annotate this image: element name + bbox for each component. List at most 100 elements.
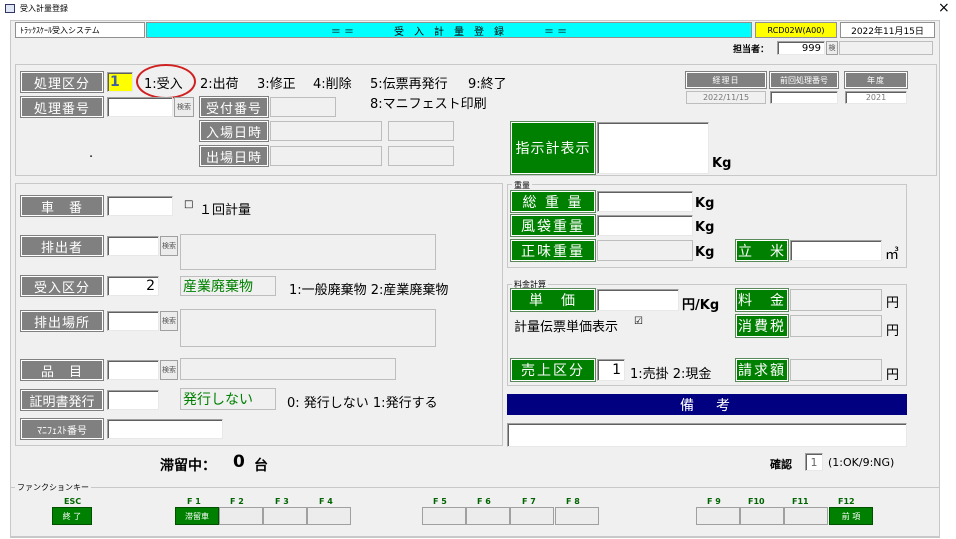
volume-input[interactable] — [790, 240, 882, 261]
net-weight-field — [597, 240, 693, 261]
operator-search-button[interactable]: 検 — [826, 41, 838, 55]
fkey-f7-button[interactable] — [510, 507, 554, 525]
volume-label: 立 米 — [735, 239, 789, 262]
fkey-f4-button[interactable] — [307, 507, 351, 525]
certificate-label: 証明書発行 — [20, 389, 104, 411]
discharger-search-button[interactable]: 検索 — [160, 236, 178, 256]
accept-kubun-input[interactable]: 2 — [107, 276, 159, 296]
keiri-date-label: 経理日 — [685, 71, 767, 89]
process-option-delete: 4:削除 — [313, 77, 352, 92]
accept-kubun-name: 産業廃棄物 — [180, 276, 276, 296]
process-option-ship: 2:出荷 — [200, 77, 239, 92]
discharger-input[interactable] — [107, 236, 159, 256]
charge-yen: 円 — [886, 296, 900, 311]
bill-label: 請求額 — [735, 358, 789, 382]
fkey-f5-name: F 5 — [433, 497, 447, 506]
keiri-date-field: 2022/11/15 — [686, 91, 766, 104]
sales-kubun-label: 売上区分 — [510, 358, 596, 382]
fkey-f8-button[interactable] — [555, 507, 599, 525]
bag-weight-input[interactable] — [597, 215, 693, 236]
operator-input[interactable]: 999 — [777, 41, 825, 55]
year-label: 年度 — [844, 71, 908, 89]
process-option-reprint: 5:伝票再発行 — [370, 77, 448, 92]
process-number-label: 処理番号 — [20, 96, 104, 118]
charge-field — [790, 289, 882, 311]
fkey-f1-button[interactable]: 滞留車 — [175, 507, 219, 525]
process-kubun-input[interactable]: 1 — [107, 72, 133, 92]
fkey-f10-button[interactable] — [740, 507, 784, 525]
discharge-place-search-button[interactable]: 検索 — [160, 311, 178, 331]
bill-yen: 円 — [886, 368, 900, 383]
discharger-label: 排出者 — [20, 235, 104, 257]
total-weight-label: 総 重 量 — [510, 190, 596, 213]
certificate-input[interactable] — [107, 390, 159, 410]
remarks-input[interactable] — [507, 423, 907, 447]
date-box: 2022年11月15日 — [840, 22, 935, 38]
weight-group-title: 重量 — [512, 180, 532, 191]
fkey-f8-name: F 8 — [566, 497, 580, 506]
accept-kubun-options: 1:一般廃棄物 2:産業廃棄物 — [289, 283, 449, 298]
annotation-circle — [136, 64, 196, 99]
fkey-f9-name: F 9 — [707, 497, 721, 506]
sales-kubun-input[interactable]: 1 — [597, 359, 625, 381]
fkey-f6-name: F 6 — [477, 497, 491, 506]
show-unit-price-checkbox[interactable]: ☑ — [634, 316, 643, 327]
entry-time-label: 入場日時 — [199, 120, 269, 142]
car-number-input[interactable] — [107, 196, 173, 216]
fkey-f12-button[interactable]: 前 項 — [829, 507, 873, 525]
window-title: 受入計量登録 — [20, 4, 68, 13]
car-number-label: 車 番 — [20, 195, 104, 217]
function-key-group-title: ファンクションキー — [15, 482, 91, 493]
unit-price-input[interactable] — [597, 289, 679, 311]
indicator-unit: Kg — [712, 156, 732, 171]
item-search-button[interactable]: 検索 — [160, 360, 178, 380]
fkey-esc-button[interactable]: 終 了 — [52, 507, 92, 525]
single-weigh-checkbox[interactable]: □ — [184, 199, 193, 210]
process-number-search-button[interactable]: 検索 — [174, 97, 194, 117]
fkey-f9-button[interactable] — [696, 507, 740, 525]
tax-yen: 円 — [886, 324, 900, 339]
bag-weight-unit: Kg — [695, 220, 715, 235]
fkey-f10-name: F10 — [748, 497, 765, 506]
total-weight-input[interactable] — [597, 191, 693, 212]
staying-count: 0 — [233, 452, 245, 472]
year-field[interactable]: 2021 — [845, 91, 907, 104]
confirm-input[interactable]: 1 — [805, 453, 823, 471]
fkey-esc-name: ESC — [64, 497, 82, 506]
item-input[interactable] — [107, 360, 159, 380]
item-name-field — [180, 358, 396, 380]
prev-number-field[interactable] — [770, 91, 838, 104]
process-option-exit: 9:終了 — [468, 77, 507, 92]
staying-label: 滞留中： — [160, 458, 216, 474]
exit-time-label: 出場日時 — [199, 145, 269, 167]
discharge-place-name-field — [180, 309, 436, 347]
process-kubun-label: 処理区分 — [20, 71, 104, 93]
single-weigh-label: １回計量 — [199, 203, 252, 218]
app-icon — [5, 4, 15, 13]
fkey-f2-button[interactable] — [219, 507, 263, 525]
fkey-f2-name: F 2 — [230, 497, 244, 506]
tax-label: 消費税 — [735, 314, 789, 338]
total-weight-unit: Kg — [695, 196, 715, 211]
fkey-f11-name: F11 — [792, 497, 809, 506]
dot-mark: . — [89, 146, 94, 161]
fkey-f6-button[interactable] — [466, 507, 510, 525]
exit-date-field — [270, 146, 382, 166]
sales-kubun-options: 1:売掛 2:現金 — [630, 367, 712, 382]
title-bar: 受入計量登録 × — [0, 0, 956, 18]
process-option-modify: 3:修正 — [257, 77, 296, 92]
indicator-display — [597, 122, 709, 174]
entry-date-field — [270, 121, 382, 141]
fkey-f3-button[interactable] — [263, 507, 307, 525]
fkey-f12-name: F12 — [838, 497, 855, 506]
fkey-f5-button[interactable] — [422, 507, 466, 525]
confirm-options: (1:OK/9:NG) — [828, 456, 895, 469]
process-number-input[interactable] — [107, 97, 173, 117]
fkey-f11-button[interactable] — [784, 507, 828, 525]
form-code-box: RCD02W(A00) — [755, 22, 837, 38]
discharge-place-input[interactable] — [107, 311, 159, 331]
close-icon[interactable]: × — [938, 0, 950, 16]
entry-clock-field — [388, 121, 454, 141]
manifest-number-input[interactable] — [107, 419, 223, 439]
tax-field — [790, 315, 882, 337]
